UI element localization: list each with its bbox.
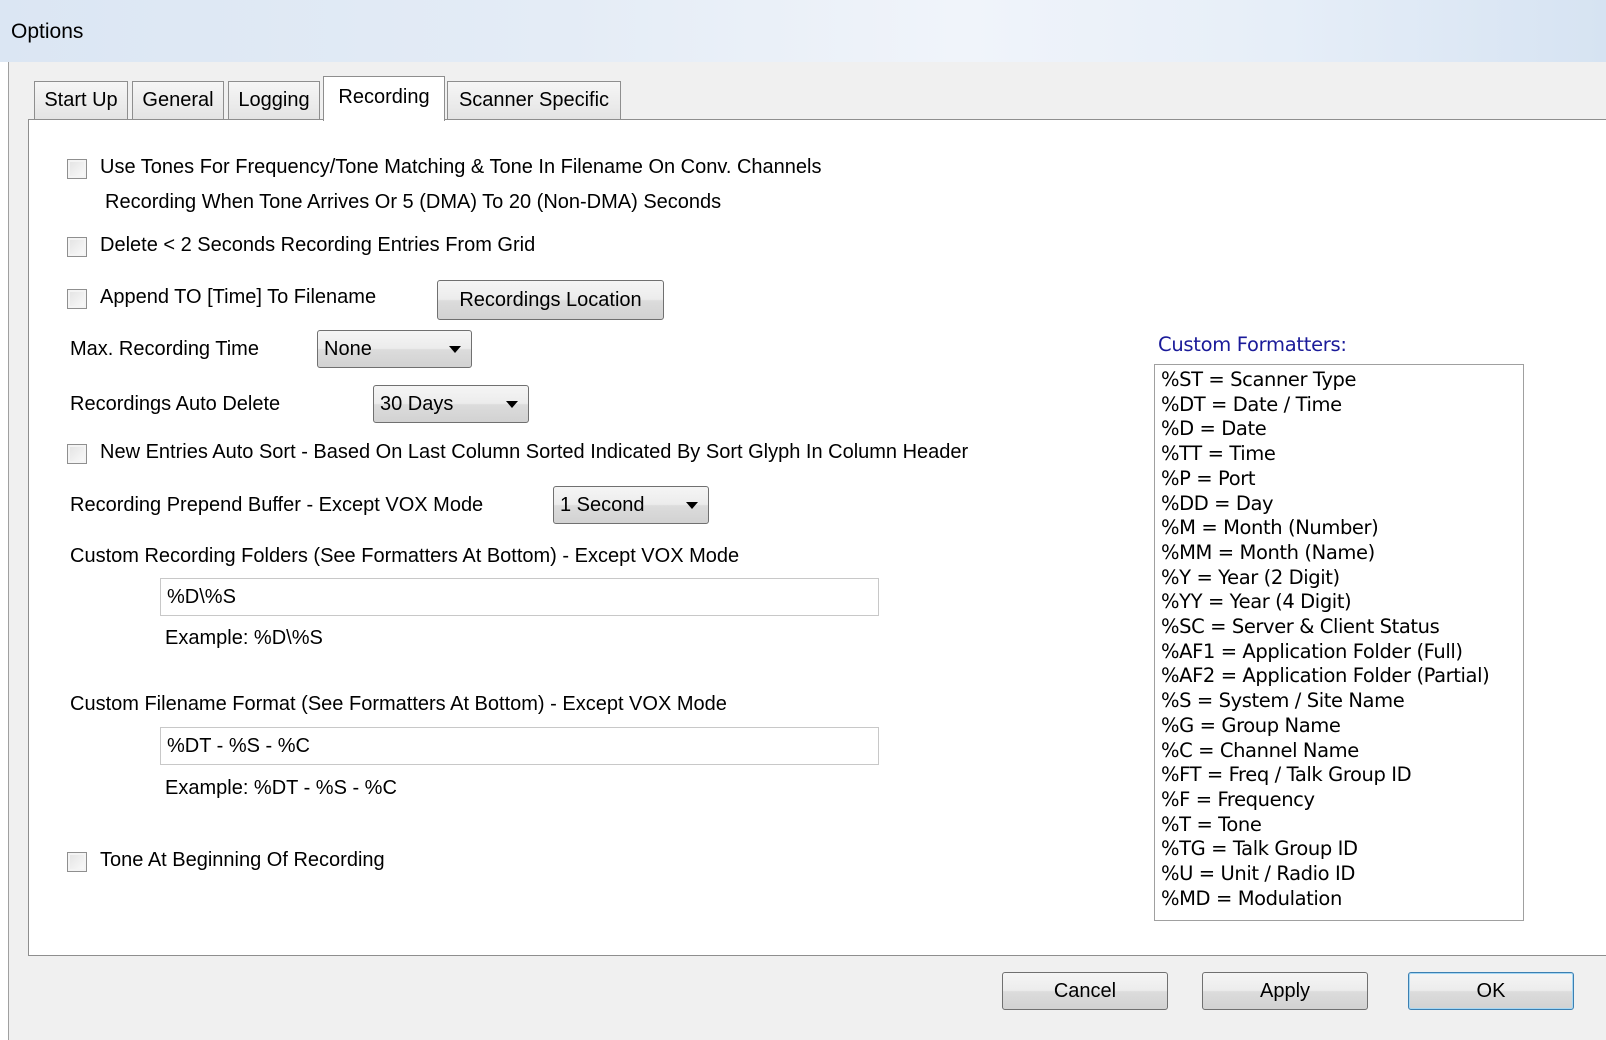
list-item: %TG = Talk Group ID: [1161, 837, 1358, 861]
recordings-location-button[interactable]: Recordings Location: [437, 280, 664, 320]
window-title: Options: [11, 20, 84, 43]
list-item: %AF1 = Application Folder (Full): [1161, 639, 1463, 663]
formatters-list: %ST = Scanner Type %DT = Date / Time %D …: [1154, 364, 1524, 921]
list-item: %MD = Modulation: [1161, 886, 1342, 910]
list-item: %F = Frequency: [1161, 787, 1315, 811]
custom-filename-input[interactable]: [160, 727, 879, 765]
tab-general[interactable]: General: [132, 81, 224, 119]
list-item: %YY = Year (4 Digit): [1161, 590, 1352, 614]
ok-button[interactable]: OK: [1408, 972, 1574, 1010]
list-item: %U = Unit / Radio ID: [1161, 862, 1355, 886]
list-item: %D = Date: [1161, 417, 1267, 441]
custom-folders-input[interactable]: [160, 578, 879, 616]
tab-recording[interactable]: Recording: [323, 76, 445, 121]
list-item: %MM = Month (Name): [1161, 540, 1375, 564]
list-item: %DT = Date / Time: [1161, 392, 1342, 416]
list-item: %ST = Scanner Type: [1161, 368, 1357, 391]
list-item: %AF2 = Application Folder (Partial): [1161, 664, 1490, 688]
list-item: %P = Port: [1161, 466, 1256, 490]
list-item: %SC = Server & Client Status: [1161, 615, 1440, 639]
apply-button[interactable]: Apply: [1202, 972, 1368, 1010]
list-item: %G = Group Name: [1161, 713, 1341, 737]
list-item: %T = Tone: [1161, 812, 1262, 836]
list-item: %S = System / Site Name: [1161, 689, 1405, 713]
tab-scanner-specific[interactable]: Scanner Specific: [447, 81, 621, 119]
list-item: %TT = Time: [1161, 442, 1276, 466]
list-item: %C = Channel Name: [1161, 738, 1359, 762]
tab-start-up[interactable]: Start Up: [34, 81, 128, 119]
list-item: %M = Month (Number): [1161, 516, 1379, 540]
list-item: %Y = Year (2 Digit): [1161, 565, 1340, 589]
title-bar: Options: [0, 0, 1606, 62]
cancel-button[interactable]: Cancel: [1002, 972, 1168, 1010]
list-item: %FT = Freq / Talk Group ID: [1161, 763, 1412, 787]
list-item: %DD = Day: [1161, 491, 1274, 515]
tab-logging[interactable]: Logging: [228, 81, 320, 119]
